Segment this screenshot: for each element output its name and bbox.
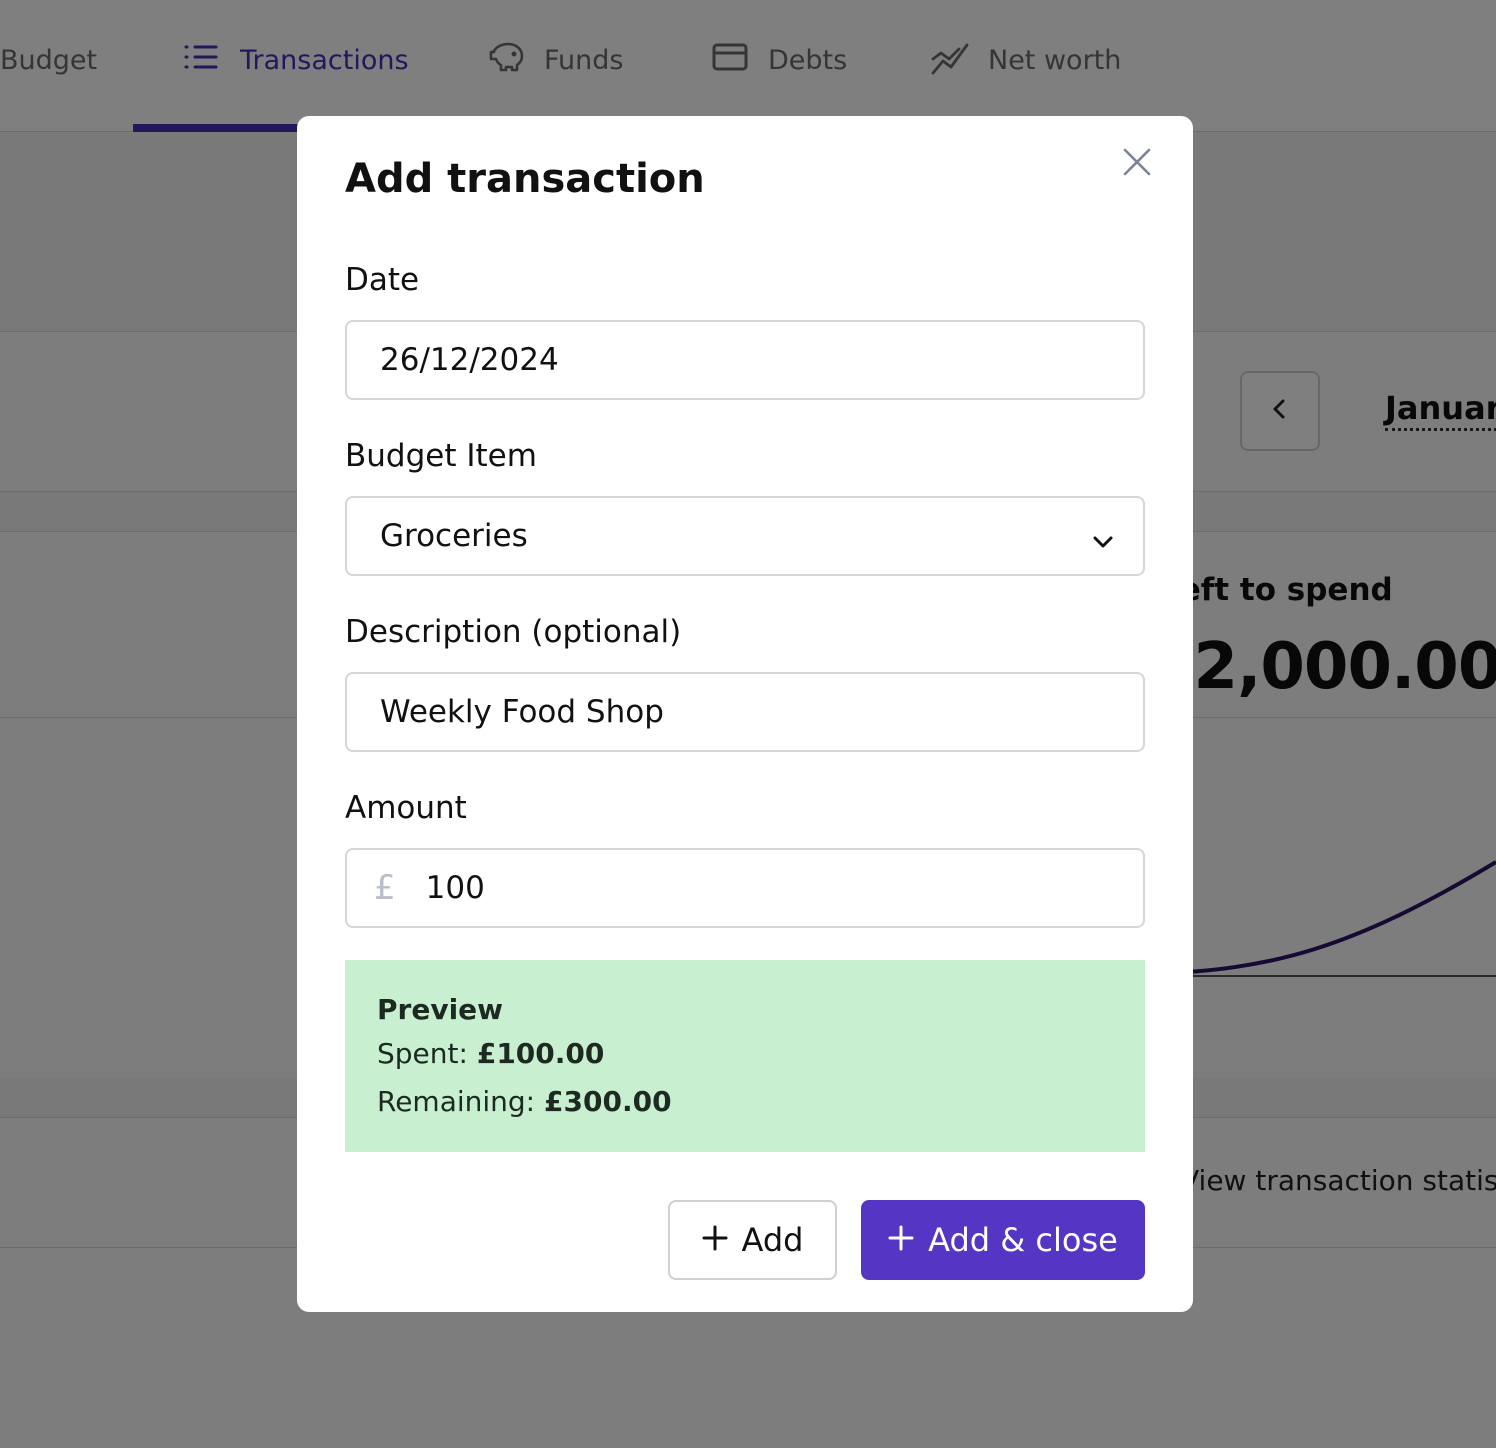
amount-field[interactable]: £ 100 [345, 848, 1145, 928]
plus-icon [888, 1221, 914, 1259]
description-label: Description (optional) [345, 614, 682, 650]
preview-title: Preview [377, 993, 504, 1026]
amount-value: 100 [425, 870, 485, 906]
date-value: 26/12/2024 [380, 342, 559, 378]
add-button[interactable]: Add [668, 1200, 837, 1280]
date-field[interactable]: 26/12/2024 [345, 320, 1145, 400]
close-button[interactable] [1117, 144, 1157, 184]
budget-item-value: Groceries [380, 518, 528, 554]
spent-value: £100.00 [476, 1037, 605, 1070]
remaining-value: £300.00 [544, 1085, 672, 1118]
date-label: Date [345, 262, 420, 298]
plus-icon [702, 1221, 728, 1259]
modal-title: Add transaction [345, 156, 705, 202]
remaining-label: Remaining: [377, 1085, 536, 1118]
budget-item-label: Budget Item [345, 438, 537, 474]
add-and-close-button[interactable]: Add & close [861, 1200, 1145, 1280]
currency-symbol: £ [374, 868, 396, 908]
preview-spent: Spent: £100.00 [377, 1030, 1113, 1078]
preview-panel: Preview Spent: £100.00 Remaining: £300.0… [345, 960, 1145, 1152]
add-transaction-modal: Add transaction Date 26/12/2024 Budget I… [297, 116, 1193, 1312]
add-button-label: Add [741, 1221, 804, 1259]
budget-item-select[interactable]: Groceries [345, 496, 1145, 576]
close-icon [1123, 148, 1151, 180]
preview-remaining: Remaining: £300.00 [377, 1078, 1113, 1126]
amount-label: Amount [345, 790, 467, 826]
add-and-close-button-label: Add & close [928, 1221, 1118, 1259]
description-field[interactable]: Weekly Food Shop [345, 672, 1145, 752]
description-value: Weekly Food Shop [380, 694, 664, 730]
spent-label: Spent: [377, 1037, 468, 1070]
chevron-down-icon [1091, 526, 1115, 562]
